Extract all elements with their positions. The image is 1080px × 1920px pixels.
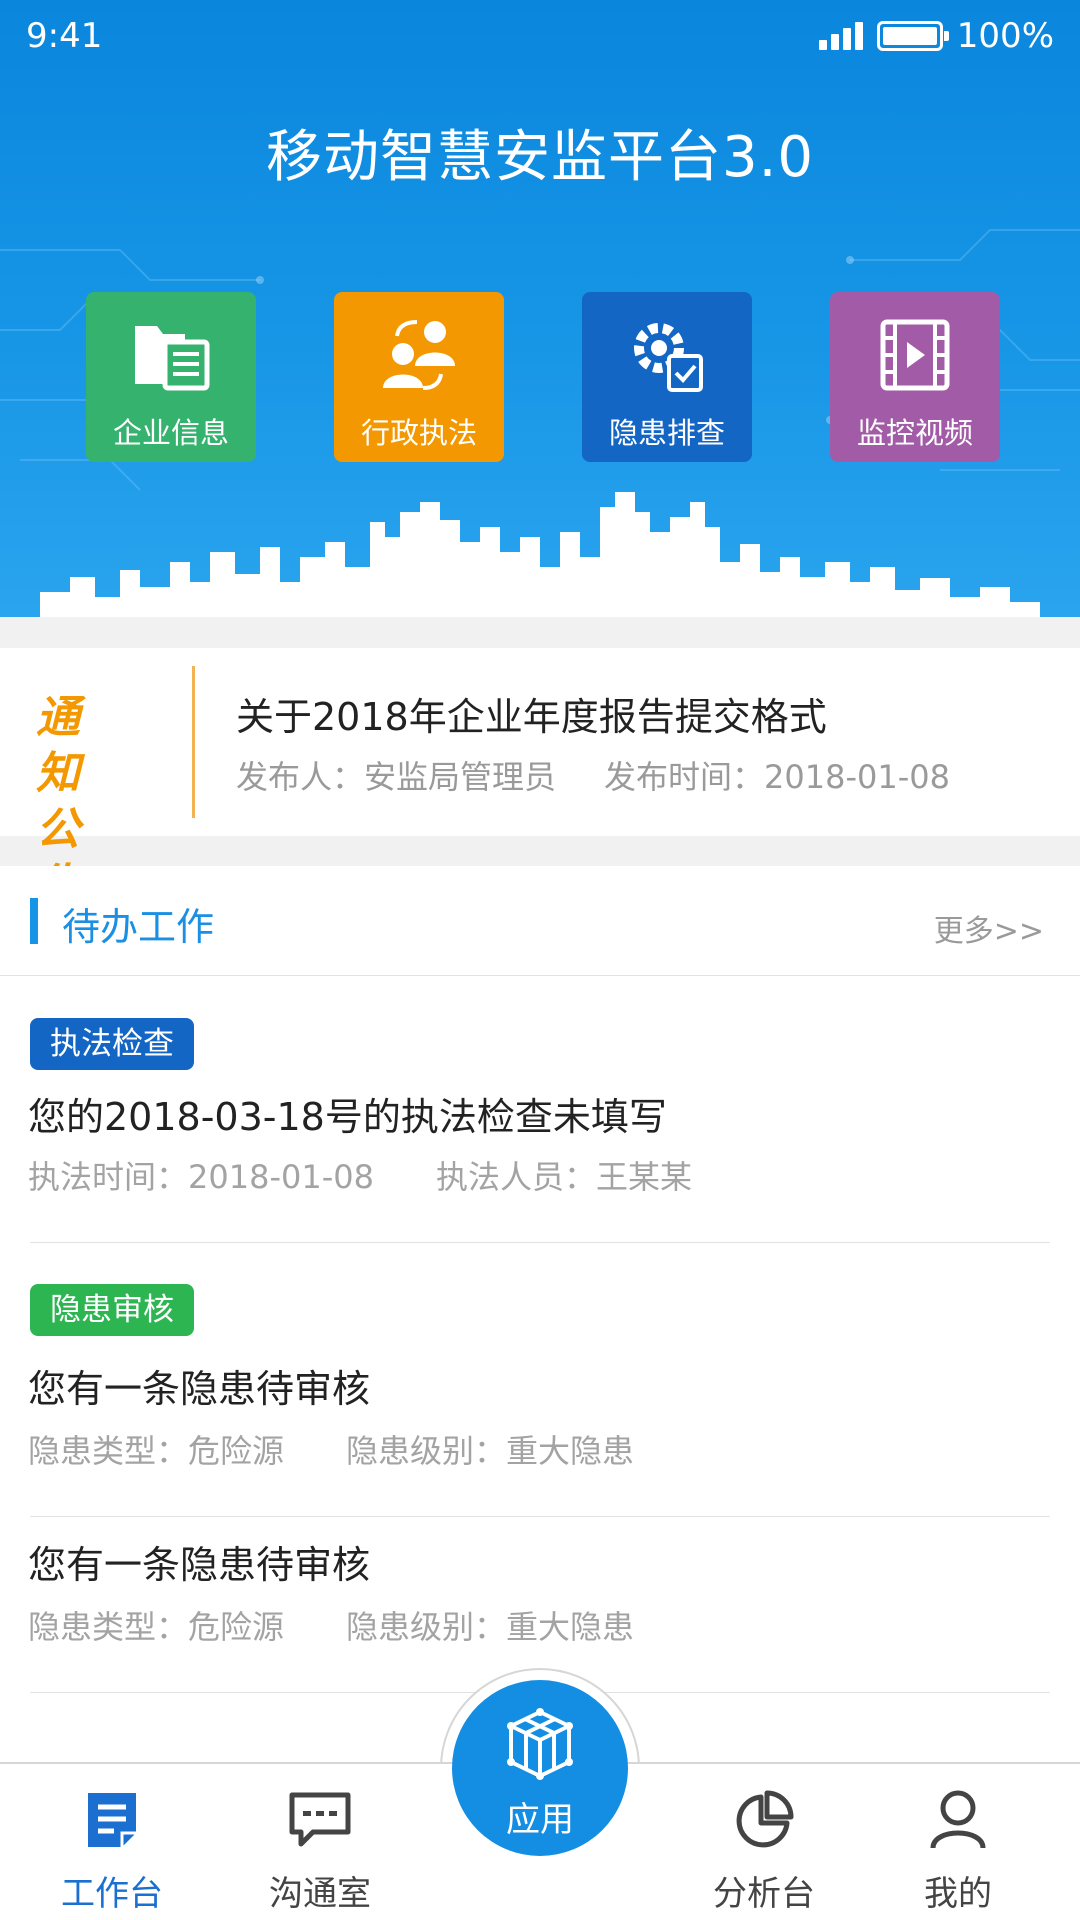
tab-analysis[interactable]: 分析台 xyxy=(694,1778,834,1915)
todo-meta-level: 隐患级别：重大隐患 xyxy=(346,1608,635,1646)
todo-item-title[interactable]: 您有一条隐患待审核 xyxy=(28,1358,370,1413)
gear-checklist-icon xyxy=(582,314,752,396)
tab-workbench[interactable]: 工作台 xyxy=(42,1778,182,1915)
tab-label: 分析台 xyxy=(713,1874,815,1914)
battery-icon xyxy=(876,21,949,51)
todo-item-title[interactable]: 您的2018-03-18号的执法检查未填写 xyxy=(28,1086,667,1141)
todo-header: 待办工作 更多>> xyxy=(0,866,1080,976)
section-accent-bar xyxy=(30,898,38,944)
tile-label: 企业信息 xyxy=(112,416,229,450)
divider xyxy=(30,1242,1050,1243)
apps-label: 应用 xyxy=(506,1800,574,1840)
apps-center-button[interactable]: 应用 xyxy=(452,1680,628,1856)
tile-hazard-inspection[interactable]: 隐患排查 xyxy=(582,292,752,462)
chat-icon xyxy=(250,1778,390,1862)
tab-label: 沟通室 xyxy=(269,1874,371,1914)
tile-enterprise-info[interactable]: 企业信息 xyxy=(86,292,256,462)
tab-communication[interactable]: 沟通室 xyxy=(250,1778,390,1915)
signal-icon xyxy=(818,22,863,50)
todo-item-meta: 隐患类型：危险源 隐患级别：重大隐患 xyxy=(28,1602,634,1648)
user-icon xyxy=(888,1778,1028,1862)
todo-meta-person: 执法人员：王某某 xyxy=(435,1158,692,1196)
todo-item-meta: 执法时间：2018-01-08 执法人员：王某某 xyxy=(28,1152,692,1198)
notice-title[interactable]: 关于2018年企业年度报告提交格式 xyxy=(236,686,827,741)
todo-item-title[interactable]: 您有一条隐患待审核 xyxy=(28,1534,370,1589)
tab-label: 工作台 xyxy=(61,1874,163,1914)
notice-publish-time: 发布时间：2018-01-08 xyxy=(604,758,950,796)
tile-label: 行政执法 xyxy=(360,416,477,450)
notice-publisher: 发布人：安监局管理员 xyxy=(236,758,557,796)
page-title: 移动智慧安监平台3.0 xyxy=(265,125,815,190)
notice-divider xyxy=(192,666,195,818)
video-film-icon xyxy=(830,314,1000,396)
todo-item-meta: 隐患类型：危险源 隐患级别：重大隐患 xyxy=(28,1426,634,1472)
tag-law-enforcement: 执法检查 xyxy=(30,1018,194,1070)
header-banner: 9:41 100% 移动智慧安监平台3.0 企业信息 行政执法 隐患排查 监控视… xyxy=(0,0,1080,617)
folder-document-icon xyxy=(86,314,256,396)
tile-label: 监控视频 xyxy=(856,416,973,450)
city-skyline xyxy=(40,492,1040,617)
tab-mine[interactable]: 我的 xyxy=(888,1778,1028,1915)
todo-meta-type: 隐患类型：危险源 xyxy=(28,1608,285,1646)
todo-meta-time: 执法时间：2018-01-08 xyxy=(28,1158,374,1196)
tile-label: 隐患排查 xyxy=(608,416,725,450)
todo-meta-level: 隐患级别：重大隐患 xyxy=(346,1432,635,1470)
todo-section: 待办工作 更多>> 执法检查 您的2018-03-18号的执法检查未填写 执法时… xyxy=(0,866,1080,1766)
more-link[interactable]: 更多>> xyxy=(934,906,1044,950)
notice-badge-line: 通 知 xyxy=(36,692,86,799)
status-time: 9:41 xyxy=(26,16,103,56)
pie-chart-icon xyxy=(694,1778,834,1862)
battery-percent: 100% xyxy=(956,16,1054,56)
tile-admin-enforcement[interactable]: 行政执法 xyxy=(334,292,504,462)
status-right: 100% xyxy=(818,16,1054,56)
notice-meta: 发布人：安监局管理员 发布时间：2018-01-08 xyxy=(236,752,950,798)
tag-hazard-review: 隐患审核 xyxy=(30,1284,194,1336)
people-exchange-icon xyxy=(334,314,504,396)
workbench-icon xyxy=(42,1778,182,1862)
status-bar: 9:41 100% xyxy=(26,14,1054,62)
tile-monitoring-video[interactable]: 监控视频 xyxy=(830,292,1000,462)
todo-title: 待办工作 xyxy=(62,905,215,949)
divider xyxy=(30,1516,1050,1517)
cube-icon xyxy=(452,1708,628,1780)
notice-card[interactable]: 通 知 公 告 关于2018年企业年度报告提交格式 发布人：安监局管理员 发布时… xyxy=(0,648,1080,911)
todo-meta-type: 隐患类型：危险源 xyxy=(28,1432,285,1470)
tab-label: 我的 xyxy=(924,1874,992,1914)
